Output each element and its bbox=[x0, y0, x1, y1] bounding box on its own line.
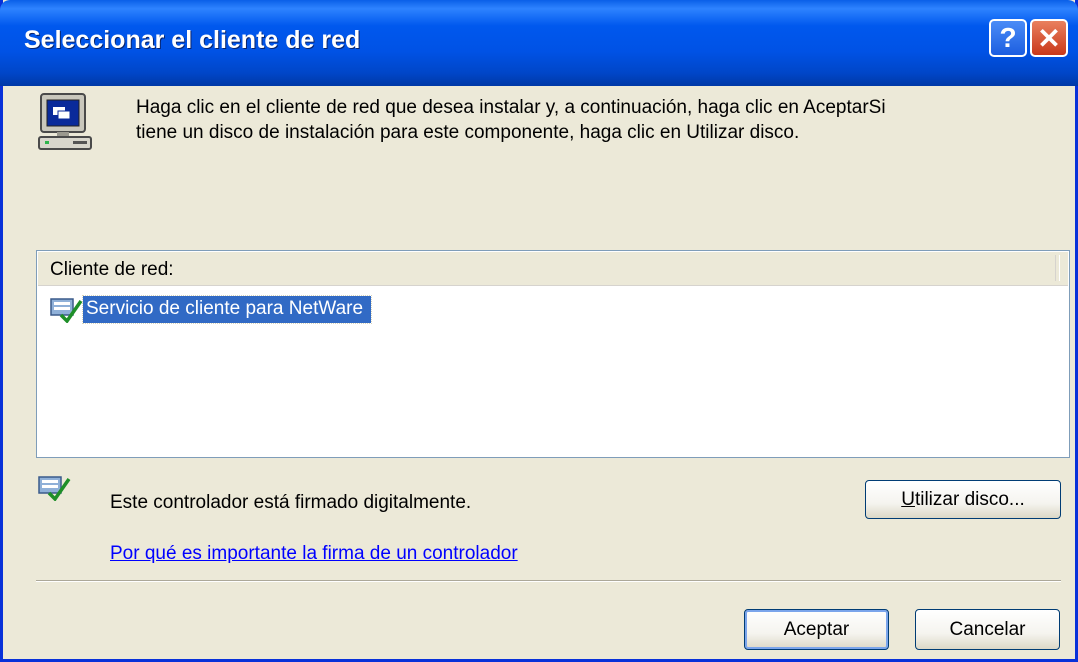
signature-status-text: Este controlador está firmado digitalmen… bbox=[110, 492, 472, 513]
network-client-list[interactable]: Cliente de red: Servicio de cliente para… bbox=[36, 250, 1070, 458]
cancel-button[interactable]: Cancelar bbox=[915, 609, 1060, 650]
column-divider bbox=[1055, 255, 1060, 281]
use-disk-button[interactable]: Utilizar disco... bbox=[865, 480, 1061, 519]
close-icon: ✕ bbox=[1037, 22, 1061, 54]
driver-signing-link[interactable]: Por qué es importante la firma de un con… bbox=[110, 543, 518, 565]
dialog-window: Seleccionar el cliente de red ? ✕ Haga c… bbox=[0, 0, 1078, 662]
separator bbox=[36, 580, 1061, 582]
signed-driver-icon bbox=[38, 476, 71, 501]
computer-icon bbox=[38, 93, 92, 150]
use-disk-label: Utilizar disco... bbox=[901, 488, 1025, 510]
list-item-label: Servicio de cliente para NetWare bbox=[81, 294, 373, 324]
network-client-icon bbox=[50, 298, 83, 323]
close-button[interactable]: ✕ bbox=[1030, 19, 1068, 57]
intro-text: Haga clic en el cliente de red que desea… bbox=[136, 97, 886, 143]
title-bar[interactable]: Seleccionar el cliente de red ? ✕ bbox=[0, 0, 1078, 86]
column-header-label: Cliente de red: bbox=[50, 259, 174, 280]
window-title: Seleccionar el cliente de red bbox=[24, 26, 361, 54]
help-icon: ? bbox=[999, 22, 1017, 53]
list-column-header[interactable]: Cliente de red: bbox=[38, 252, 1068, 286]
accept-button[interactable]: Aceptar bbox=[744, 609, 889, 650]
help-button[interactable]: ? bbox=[989, 19, 1027, 57]
list-item[interactable]: Servicio de cliente para NetWare bbox=[49, 293, 373, 325]
